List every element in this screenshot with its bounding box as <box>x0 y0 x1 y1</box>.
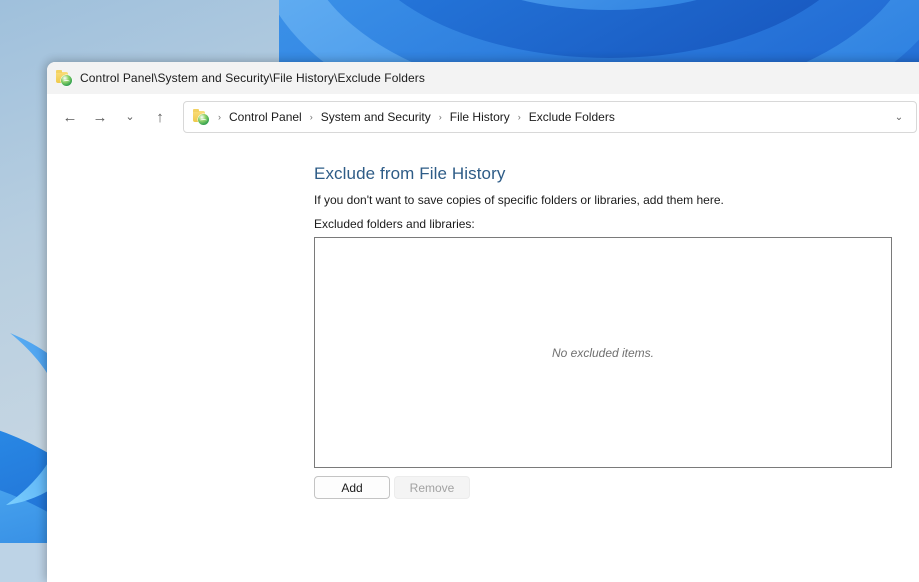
forward-button[interactable]: → <box>85 102 115 132</box>
control-panel-window: Control Panel\System and Security\File H… <box>47 62 919 582</box>
navigation-bar: ← → ⌄ ↑ › Control Panel › System and Sec… <box>47 94 919 140</box>
remove-button: Remove <box>394 476 470 499</box>
control-panel-icon <box>56 70 72 86</box>
title-bar[interactable]: Control Panel\System and Security\File H… <box>47 62 919 94</box>
excluded-items-listbox[interactable]: No excluded items. <box>314 237 892 468</box>
listbox-actions: Add Remove <box>314 476 919 499</box>
breadcrumb-item-file-history[interactable]: File History <box>447 108 513 126</box>
breadcrumb-item-exclude-folders[interactable]: Exclude Folders <box>526 108 618 126</box>
recent-locations-button[interactable]: ⌄ <box>115 102 145 132</box>
breadcrumb-item-system-and-security[interactable]: System and Security <box>318 108 434 126</box>
breadcrumb-separator-2[interactable]: › <box>434 112 447 122</box>
back-button[interactable]: ← <box>55 102 85 132</box>
address-bar[interactable]: › Control Panel › System and Security › … <box>183 101 917 133</box>
up-button[interactable]: ↑ <box>145 102 175 132</box>
page-title: Exclude from File History <box>314 164 506 183</box>
breadcrumb-separator-root: › <box>218 112 221 122</box>
page-description: If you don't want to save copies of spec… <box>314 193 724 207</box>
excluded-list-label: Excluded folders and libraries: <box>314 217 475 231</box>
address-bar-actions: ⌄ <box>886 104 916 130</box>
breadcrumb-separator-1[interactable]: › <box>305 112 318 122</box>
breadcrumb-item-control-panel[interactable]: Control Panel <box>226 108 305 126</box>
chevron-down-icon[interactable]: ⌄ <box>886 104 912 130</box>
empty-state-message: No excluded items. <box>551 345 655 360</box>
address-control-panel-icon <box>193 109 209 125</box>
breadcrumb-separator-3[interactable]: › <box>513 112 526 122</box>
breadcrumb: › Control Panel › System and Security › … <box>213 108 886 126</box>
window-title: Control Panel\System and Security\File H… <box>80 71 426 85</box>
add-button[interactable]: Add <box>314 476 390 499</box>
content-pane: Exclude from File History If you don't w… <box>47 140 919 499</box>
